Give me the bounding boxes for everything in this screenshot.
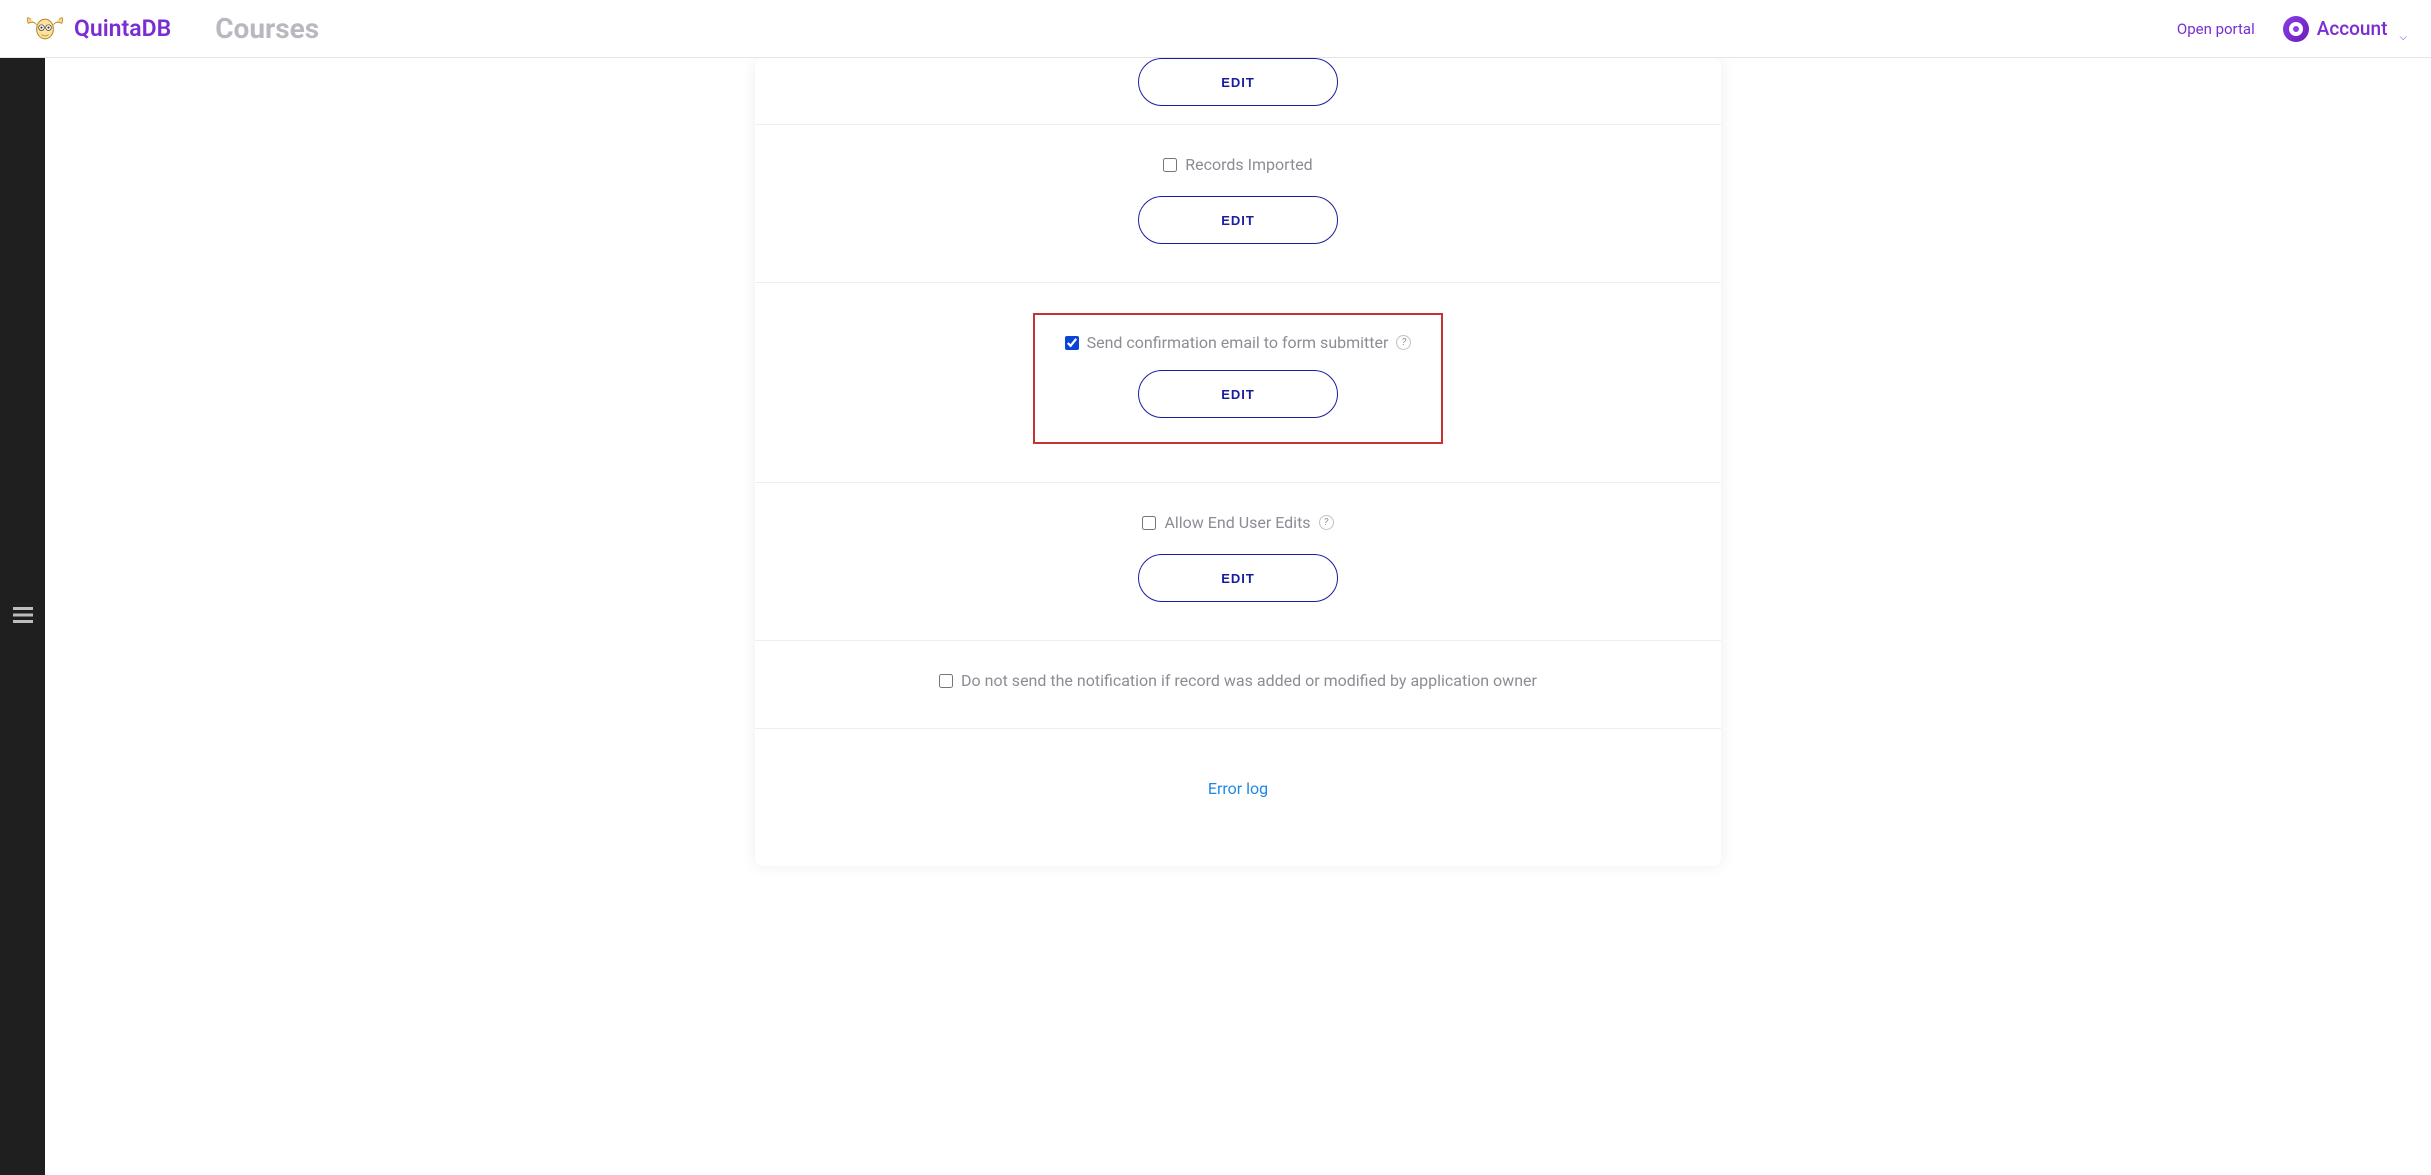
option-no-notification: Do not send the notification if record w… xyxy=(775,671,1701,690)
brand-name: QuintaDB xyxy=(74,15,171,42)
edit-button-confirmation[interactable]: EDIT xyxy=(1138,370,1338,418)
checkbox-end-user-edits[interactable] xyxy=(1142,516,1156,530)
label-confirmation: Send confirmation email to form submitte… xyxy=(1087,333,1389,352)
settings-card: EDIT Records Imported EDIT Send confirma… xyxy=(755,58,1721,866)
label-no-notification: Do not send the notification if record w… xyxy=(961,671,1537,690)
edit-button-top[interactable]: EDIT xyxy=(1138,58,1338,106)
logo-group[interactable]: QuintaDB xyxy=(24,13,171,45)
checkbox-records-imported[interactable] xyxy=(1163,158,1177,172)
section-records-imported: Records Imported EDIT xyxy=(755,124,1721,282)
option-records-imported: Records Imported xyxy=(775,155,1701,174)
section-no-notification: Do not send the notification if record w… xyxy=(755,640,1721,728)
sidebar xyxy=(0,58,45,1175)
app-header: QuintaDB Courses Open portal Account ⌵ xyxy=(0,0,2431,58)
help-icon-end-user-edits[interactable]: ? xyxy=(1319,515,1334,530)
checkbox-confirmation[interactable] xyxy=(1065,336,1079,350)
help-icon-confirmation[interactable]: ? xyxy=(1396,335,1411,350)
label-end-user-edits: Allow End User Edits xyxy=(1164,513,1310,532)
edit-button-end-user-edits[interactable]: EDIT xyxy=(1138,554,1338,602)
section-confirmation-email: Send confirmation email to form submitte… xyxy=(755,282,1721,482)
page-title[interactable]: Courses xyxy=(215,12,319,45)
option-end-user-edits: Allow End User Edits ? xyxy=(775,513,1701,532)
account-menu[interactable]: Account ⌵ xyxy=(2283,14,2407,43)
label-records-imported: Records Imported xyxy=(1185,155,1312,174)
error-log-link[interactable]: Error log xyxy=(775,759,1701,798)
section-error-log: Error log xyxy=(755,728,1721,836)
section-top-partial: EDIT xyxy=(755,58,1721,124)
chevron-down-icon: ⌵ xyxy=(2399,32,2407,43)
section-end-user-edits: Allow End User Edits ? EDIT xyxy=(755,482,1721,640)
edit-button-records-imported[interactable]: EDIT xyxy=(1138,196,1338,244)
avatar-icon xyxy=(2283,16,2309,42)
open-portal-link[interactable]: Open portal xyxy=(2177,20,2255,38)
account-label: Account xyxy=(2317,17,2388,40)
content-area: EDIT Records Imported EDIT Send confirma… xyxy=(45,58,2431,1175)
option-confirmation: Send confirmation email to form submitte… xyxy=(1065,333,1412,352)
quintadb-logo-icon xyxy=(24,13,66,45)
main-layout: EDIT Records Imported EDIT Send confirma… xyxy=(0,58,2431,1175)
highlight-confirmation: Send confirmation email to form submitte… xyxy=(1033,313,1444,444)
hamburger-icon[interactable] xyxy=(13,604,33,629)
header-left: QuintaDB Courses xyxy=(24,12,319,45)
header-right: Open portal Account ⌵ xyxy=(2177,14,2407,43)
checkbox-no-notification[interactable] xyxy=(939,674,953,688)
